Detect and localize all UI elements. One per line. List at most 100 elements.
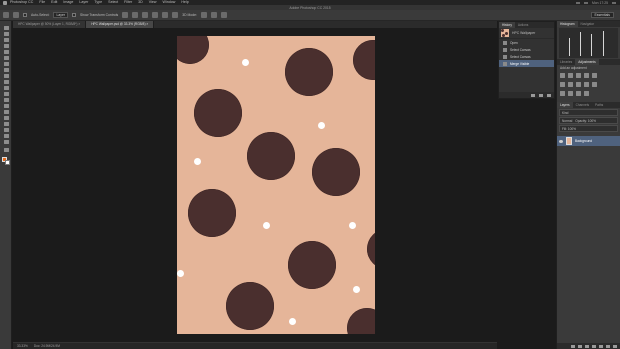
polka-dot [188,189,236,237]
tab-adjustments[interactable]: Adjustments [575,59,599,65]
transform-controls-checkbox[interactable] [71,13,76,17]
zoom-readout[interactable]: 33.33% [17,344,28,348]
blur-tool-icon[interactable] [3,97,9,102]
more-tools-icon[interactable] [3,147,9,152]
photo-filter-icon[interactable] [584,82,589,87]
move-tool-icon[interactable] [3,25,9,30]
opacity-field[interactable]: Opacity: 100% [575,119,596,123]
color-balance-icon[interactable] [568,82,573,87]
brightness-icon[interactable] [560,73,565,78]
menubar-clock[interactable]: Mon 17:25 [592,1,608,5]
auto-select-dropdown[interactable]: Layer [53,12,68,18]
brush-tool-icon[interactable] [3,67,9,72]
history-row[interactable]: Select Canvas [499,53,554,60]
tab-libraries[interactable]: Libraries [557,59,575,65]
lasso-tool-icon[interactable] [3,37,9,42]
black-white-icon[interactable] [576,82,581,87]
eraser-tool-icon[interactable] [3,85,9,90]
wifi-icon[interactable] [575,1,580,4]
canvas[interactable] [177,36,375,334]
quick-select-tool-icon[interactable] [3,43,9,48]
pen-tool-icon[interactable] [3,109,9,114]
fill-field[interactable]: Fill: 100% [562,127,576,131]
camera-icon[interactable] [539,93,543,97]
new-document-from-state-icon[interactable] [531,93,535,97]
history-row-label: Select Canvas [510,47,531,52]
channel-mixer-icon[interactable] [592,82,597,87]
posterize-icon[interactable] [568,91,573,96]
levels-icon[interactable] [568,73,573,78]
workspace-switcher[interactable]: Essentials [590,12,614,18]
tab-histogram[interactable]: Histogram [557,21,578,27]
battery-icon[interactable] [583,1,588,4]
threshold-icon[interactable] [576,91,581,96]
gradient-tool-icon[interactable] [3,91,9,96]
tab-channels[interactable]: Channels [573,102,592,108]
crop-tool-icon[interactable] [3,49,9,54]
3d-pan-icon[interactable] [220,12,227,18]
eyedropper-tool-icon[interactable] [3,55,9,60]
link-icon[interactable] [571,344,575,348]
tab-layers[interactable]: Layers [557,102,573,108]
history-row[interactable]: Select Canvas [499,46,554,53]
zoom-tool-icon[interactable] [3,139,9,144]
hand-tool-icon[interactable] [3,133,9,138]
gradient-map-icon[interactable] [584,91,589,96]
polka-dot [288,241,336,289]
align-center-icon[interactable] [162,12,169,18]
align-top-icon[interactable] [122,12,129,18]
shape-tool-icon[interactable] [3,127,9,132]
background-color-swatch[interactable] [5,160,10,165]
folder-icon[interactable] [599,344,603,348]
eye-icon[interactable] [559,139,563,143]
trash-icon[interactable] [613,344,617,348]
polka-dot [177,36,209,64]
vibrance-icon[interactable] [592,73,597,78]
document-size[interactable]: Doc: 24.9M/24.9M [34,344,60,348]
3d-orbit-icon[interactable] [200,12,207,18]
tools-panel [0,21,12,349]
search-icon[interactable] [612,1,616,4]
histogram-graph [559,28,618,58]
type-tool-icon[interactable] [3,115,9,120]
new-layer-icon[interactable] [606,344,610,348]
tab-history[interactable]: History [499,22,515,28]
tab-actions[interactable]: Actions [515,22,531,28]
history-row[interactable]: Open [499,39,554,46]
path-select-tool-icon[interactable] [3,121,9,126]
align-middle-icon[interactable] [132,12,139,18]
doc-tab-wallpaper-layer[interactable]: HPC Wallpaper @ 50% (Layer 1, RGB/8*) × [13,21,87,28]
layer-filter-dropdown[interactable]: Kind [559,109,618,116]
align-right-icon[interactable] [172,12,179,18]
doc-tab-wallpaper-psd[interactable]: HPC Wallpaper.psd @ 33.3% (RGB/8) × [86,21,155,28]
exposure-icon[interactable] [584,73,589,78]
clone-stamp-icon[interactable] [3,73,9,78]
home-icon[interactable] [3,12,9,18]
marquee-tool-icon[interactable] [3,31,9,36]
layer-row-background[interactable]: Background [557,136,620,146]
curves-icon[interactable] [576,73,581,78]
move-tool-icon[interactable] [13,12,19,18]
dodge-tool-icon[interactable] [3,103,9,108]
align-bottom-icon[interactable] [142,12,149,18]
fx-icon[interactable] [578,344,582,348]
document-area[interactable] [13,28,497,342]
adjustment-layer-icon[interactable] [592,344,596,348]
invert-icon[interactable] [560,91,565,96]
options-bar: Auto-Select: Layer Show Transform Contro… [0,10,620,21]
history-brush-icon[interactable] [3,79,9,84]
hue-saturation-icon[interactable] [560,82,565,87]
blend-mode-dropdown[interactable]: Normal [562,119,572,123]
align-left-icon[interactable] [152,12,159,18]
tab-paths[interactable]: Paths [592,102,606,108]
auto-select-checkbox[interactable] [23,13,27,17]
history-snapshot[interactable]: HPC Wallpaper [499,28,554,39]
polka-dot [367,229,375,269]
history-panel: History Actions HPC Wallpaper Open Selec… [498,21,555,99]
3d-roll-icon[interactable] [210,12,217,18]
mask-icon[interactable] [585,344,589,348]
tab-navigator[interactable]: Navigator [578,21,598,27]
trash-icon[interactable] [547,93,551,97]
history-row-active[interactable]: Merge Visible [499,60,554,67]
healing-brush-icon[interactable] [3,61,9,66]
